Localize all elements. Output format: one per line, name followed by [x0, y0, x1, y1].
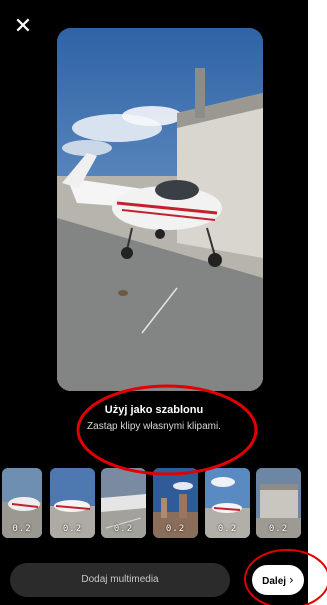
next-button-label: Dalej: [262, 576, 287, 587]
video-preview[interactable]: [57, 28, 263, 391]
airplane-photo: [57, 28, 263, 391]
clip-duration: 0.2: [62, 524, 83, 534]
clip-duration: 0.2: [165, 524, 186, 534]
clip-duration: 0.2: [217, 524, 238, 534]
template-title: Użyj jako szablonu: [104, 404, 204, 416]
template-editor-screen: ✕ Użyj jako szablonu Zastąp klipy własny…: [0, 0, 308, 605]
template-info: Użyj jako szablonu Zastąp klipy własnymi…: [0, 404, 308, 432]
chevron-right-icon: ›: [289, 573, 294, 587]
clip-duration: 0.2: [113, 524, 134, 534]
clip-thumbnail[interactable]: 0.2: [50, 468, 95, 538]
clip-thumbnail[interactable]: 0.2: [205, 468, 250, 538]
clip-duration: 0.2: [268, 524, 289, 534]
close-icon[interactable]: ✕: [12, 16, 34, 38]
template-subtitle: Zastąp klipy własnymi klipami.: [87, 421, 221, 432]
clip-thumbnail[interactable]: 0.2: [256, 468, 301, 538]
clip-thumbnail[interactable]: 0.2: [153, 468, 198, 538]
clip-thumbnail[interactable]: 0.2: [2, 468, 42, 538]
clip-strip: 0.2 0.2 0.2 0.2 0.2 0.2: [0, 468, 308, 538]
clip-thumbnail[interactable]: 0.2: [101, 468, 146, 538]
add-media-button[interactable]: Dodaj multimedia: [10, 563, 230, 597]
clip-duration: 0.2: [12, 524, 32, 534]
next-button[interactable]: Dalej ›: [252, 565, 304, 595]
